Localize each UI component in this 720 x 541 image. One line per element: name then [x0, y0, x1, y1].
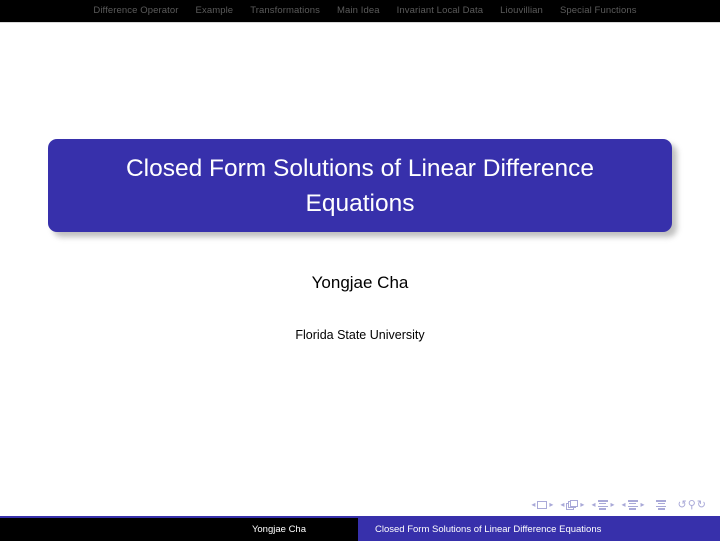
slide-icon[interactable]: [537, 501, 548, 509]
page-title: Closed Form Solutions of Linear Differen…: [125, 154, 594, 217]
footer-title-section: Closed Form Solutions of Linear Differen…: [358, 518, 720, 541]
footer-bar: Yongjae Cha Closed Form Solutions of Lin…: [0, 518, 720, 541]
next-slide-icon[interactable]: ▸: [549, 501, 553, 509]
previous-subsection-icon[interactable]: ◂: [591, 501, 595, 509]
frames-icon[interactable]: [566, 499, 579, 511]
search-icon[interactable]: ⚲: [688, 499, 696, 511]
nav-item-transformations[interactable]: Transformations: [250, 5, 320, 17]
presentation-slide: Difference Operator Example Transformati…: [0, 0, 720, 541]
institute-name: Florida State University: [295, 328, 425, 342]
title-block-panel: Closed Form Solutions of Linear Differen…: [48, 139, 672, 232]
nav-group-slide: ◂ ▸: [531, 501, 553, 509]
previous-frame-icon[interactable]: ◂: [560, 501, 564, 509]
forward-icon[interactable]: ↻: [697, 499, 706, 511]
nav-action-group: ↺ ⚲ ↻: [678, 499, 707, 511]
title-block: Closed Form Solutions of Linear Differen…: [48, 139, 677, 237]
top-navigation-items: Difference Operator Example Transformati…: [83, 5, 636, 17]
section-icon[interactable]: [627, 500, 638, 510]
nav-group-frame: ◂ ▸: [560, 499, 584, 511]
next-frame-icon[interactable]: ▸: [580, 501, 584, 509]
footer-title-label: Closed Form Solutions of Linear Differen…: [375, 523, 602, 535]
nav-item-liouvillian[interactable]: Liouvillian: [500, 5, 543, 17]
beamer-navigation-symbols: ◂ ▸ ◂ ▸ ◂ ▸ ◂ ▸ ↺ ⚲ ↻: [531, 498, 706, 512]
back-icon[interactable]: ↺: [678, 499, 687, 511]
subsection-icon[interactable]: [597, 500, 608, 510]
nav-item-main-idea[interactable]: Main Idea: [337, 5, 380, 17]
next-subsection-icon[interactable]: ▸: [610, 501, 614, 509]
footer-author-label: Yongjae Cha: [251, 523, 306, 535]
previous-section-icon[interactable]: ◂: [621, 501, 625, 509]
document-icon[interactable]: [656, 500, 667, 510]
nav-item-invariant-local-data[interactable]: Invariant Local Data: [397, 5, 484, 17]
author-name: Yongjae Cha: [311, 273, 409, 292]
nav-item-special-functions[interactable]: Special Functions: [560, 5, 637, 17]
top-navigation-bar: Difference Operator Example Transformati…: [0, 0, 720, 22]
nav-group-subsection: ◂ ▸: [591, 500, 614, 510]
footer-author-section: Yongjae Cha: [0, 518, 358, 541]
next-section-icon[interactable]: ▸: [640, 501, 644, 509]
nav-item-difference-operator[interactable]: Difference Operator: [93, 5, 178, 17]
nav-group-section: ◂ ▸: [621, 500, 645, 510]
top-navigation-divider: [0, 22, 720, 23]
nav-item-example[interactable]: Example: [196, 5, 234, 17]
previous-slide-icon[interactable]: ◂: [531, 501, 535, 509]
